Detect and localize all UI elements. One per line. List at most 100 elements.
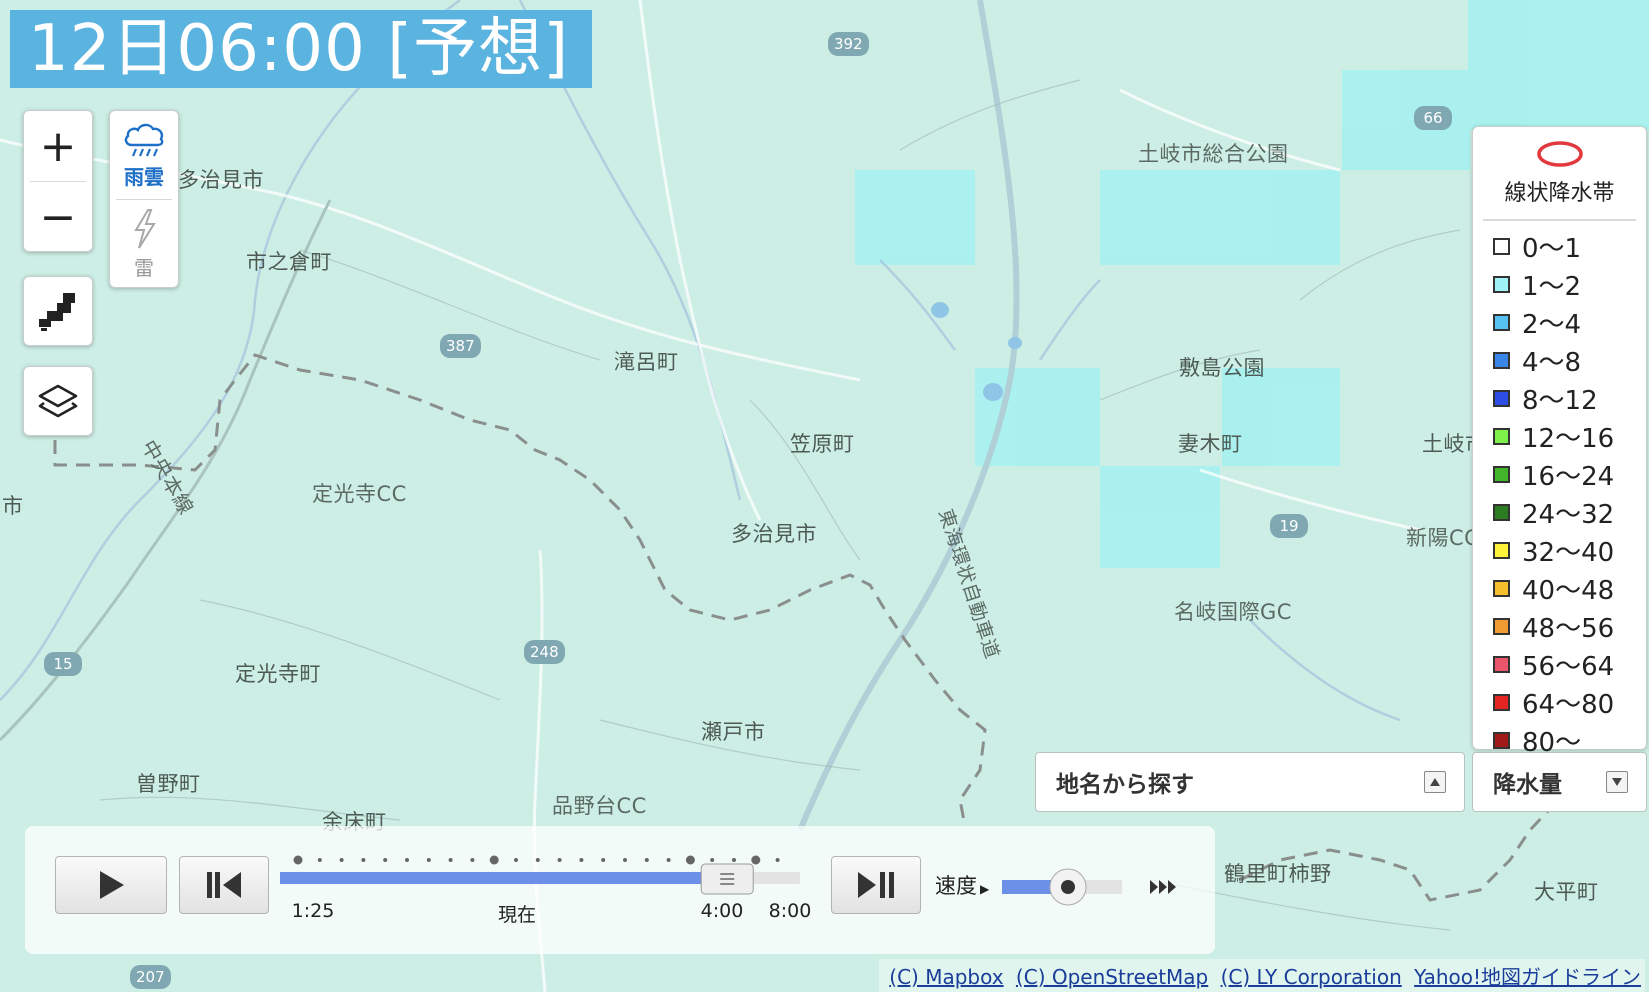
legend-label: 64〜80 (1522, 689, 1615, 720)
speed-slider[interactable] (1000, 866, 1180, 906)
legend-label: 2〜4 (1522, 309, 1582, 340)
legend-swatch (1493, 427, 1510, 445)
play-button[interactable] (55, 856, 167, 914)
timeline-dot (666, 858, 671, 862)
play-pause-icon (858, 872, 894, 898)
place-label: 敷島公園 (1179, 356, 1265, 380)
credit-link[interactable]: (C) Mapbox (889, 965, 1003, 989)
legend-item: 2〜4 (1473, 303, 1646, 341)
zoom-out-button[interactable]: − (24, 182, 92, 252)
place-label: 曽野町 (136, 772, 201, 796)
track-progress (280, 872, 728, 884)
timeline-knob (700, 863, 754, 895)
place-label: 大平町 (1534, 880, 1599, 904)
timeline-dot (470, 858, 475, 862)
timeline-track (280, 855, 800, 895)
route-shield: 19 (1270, 514, 1308, 538)
place-label: 新陽CC (1406, 526, 1480, 550)
legend-swatch (1493, 275, 1510, 293)
play-pause-toggle-button[interactable] (831, 856, 921, 914)
legend-swatch (1493, 503, 1510, 521)
step-back-icon (207, 872, 241, 898)
place-label: 土岐市総合公園 (1138, 142, 1289, 166)
zoom-control: + − (23, 110, 93, 252)
place-label: 滝呂町 (614, 350, 679, 374)
rain-cloud-icon (124, 123, 164, 156)
timeline-dot (751, 855, 761, 865)
place-label: 笠原町 (790, 432, 855, 456)
timeline-dot (579, 858, 584, 862)
timeline-dot (339, 858, 344, 862)
tick-label-4h: 4:00 (700, 900, 744, 922)
legend-item: 56〜64 (1473, 645, 1646, 683)
rain-tile (1100, 170, 1340, 265)
layer-type-select[interactable]: 降水量 (1472, 752, 1647, 812)
legend-swatch (1493, 655, 1510, 673)
timeline-dot (685, 855, 695, 865)
timeline-dot (361, 858, 366, 862)
timeline-dot (732, 858, 736, 862)
timeline-dot (426, 858, 431, 862)
legend-swatch (1493, 731, 1510, 749)
rain-tile (1100, 466, 1220, 568)
rain-cloud-mode-label: 雨雲 (124, 164, 164, 189)
timeline-dot (710, 858, 715, 862)
legend-label: 16〜24 (1522, 461, 1615, 492)
legend-item: 1〜2 (1473, 265, 1646, 303)
place-label: 市 (2, 494, 24, 518)
legend-rows: 0〜1 1〜2 2〜4 4〜8 8〜12 12〜16 16〜24 24〜32 32〜40 40〜4… (1473, 221, 1646, 759)
layers-button[interactable] (23, 366, 93, 436)
legend-item: 48〜56 (1473, 607, 1646, 645)
timeline-slider[interactable] (280, 855, 830, 895)
timeline-dot (293, 855, 303, 865)
route-shield: 387 (440, 334, 481, 358)
timeline-dot (405, 858, 409, 862)
legend-label: 12〜16 (1522, 423, 1615, 454)
lightning-mode-button[interactable]: 雷 (110, 200, 178, 288)
timeline-dot (514, 858, 518, 862)
legend-item: 0〜1 (1473, 227, 1646, 265)
search-label: 地名から探す (1056, 772, 1194, 798)
zoom-in-button[interactable]: + (24, 111, 92, 181)
play-icon (100, 871, 124, 899)
credit-link[interactable]: Yahoo!地図ガイドライン (1414, 965, 1641, 989)
japan-map-icon (39, 293, 75, 331)
rain-tile (1468, 0, 1649, 130)
legend-swatch (1493, 389, 1510, 407)
legend-label: 8〜12 (1522, 385, 1598, 416)
fast-forward-icon (1150, 880, 1176, 894)
japan-overview-button[interactable] (23, 276, 93, 346)
step-back-button[interactable] (179, 856, 269, 914)
timeline-dot (535, 858, 540, 862)
rain-cloud-mode-button[interactable]: 雨雲 (110, 111, 178, 199)
legend-swatch (1493, 541, 1510, 559)
credit-link[interactable]: (C) LY Corporation (1221, 965, 1402, 989)
legend-label: 24〜32 (1522, 499, 1615, 530)
legend-swatch (1493, 237, 1510, 255)
plus-icon: + (39, 120, 77, 172)
legend-item: 32〜40 (1473, 531, 1646, 569)
place-search-dropdown[interactable]: 地名から探す (1035, 752, 1465, 812)
legend-label: 32〜40 (1522, 537, 1615, 568)
minus-icon: − (39, 191, 77, 243)
legend-swatch (1493, 313, 1510, 331)
legend-label: 56〜64 (1522, 651, 1615, 682)
layer-type-label: 降水量 (1493, 772, 1562, 798)
legend-label: 40〜48 (1522, 575, 1615, 606)
legend-item: 24〜32 (1473, 493, 1646, 531)
expand-up-button[interactable] (1424, 771, 1446, 793)
timeline-dot (644, 858, 649, 862)
dropdown-toggle[interactable] (1606, 771, 1628, 793)
place-label: 品野台CC (552, 794, 647, 818)
speed-label: 速度 ▶ (935, 874, 990, 898)
legend-item: 40〜48 (1473, 569, 1646, 607)
lightning-mode-label: 雷 (134, 255, 154, 280)
place-label: 市之倉町 (246, 250, 332, 274)
route-shield: 392 (828, 32, 869, 56)
credit-link[interactable]: (C) OpenStreetMap (1016, 965, 1208, 989)
legend-title: 線状降水帯 (1504, 181, 1615, 206)
timeline-dot (383, 858, 388, 862)
legend-item: 8〜12 (1473, 379, 1646, 417)
legend-label: 1〜2 (1522, 271, 1582, 302)
layer-mode-switch: 雨雲 雷 (109, 110, 179, 288)
